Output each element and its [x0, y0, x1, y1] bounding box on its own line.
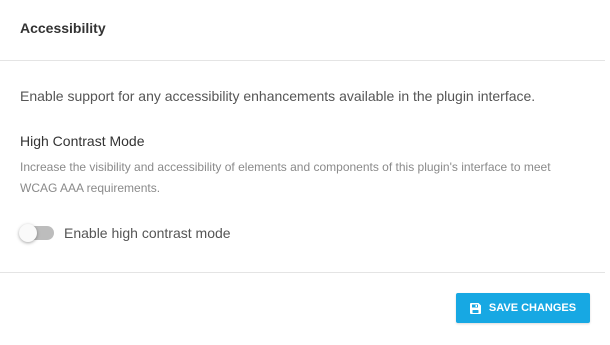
accessibility-settings-panel: Accessibility Enable support for any acc… — [0, 0, 610, 345]
high-contrast-title: High Contrast Mode — [20, 133, 145, 149]
high-contrast-description: Increase the visibility and accessibilit… — [20, 160, 551, 195]
panel-header: Accessibility — [0, 0, 605, 61]
floppy-disk-icon — [469, 302, 481, 314]
save-button-label: SAVE CHANGES — [488, 302, 577, 314]
high-contrast-toggle-row: Enable high contrast mode — [19, 223, 231, 243]
intro-text: Enable support for any accessibility enh… — [20, 88, 536, 104]
panel-footer: SAVE CHANGES — [0, 273, 605, 345]
panel-body: Enable support for any accessibility enh… — [0, 61, 605, 273]
high-contrast-toggle[interactable] — [19, 224, 54, 242]
panel-title: Accessibility — [20, 20, 106, 36]
save-changes-button[interactable]: SAVE CHANGES — [456, 293, 590, 323]
high-contrast-toggle-label[interactable]: Enable high contrast mode — [64, 224, 231, 242]
toggle-knob — [19, 224, 37, 242]
